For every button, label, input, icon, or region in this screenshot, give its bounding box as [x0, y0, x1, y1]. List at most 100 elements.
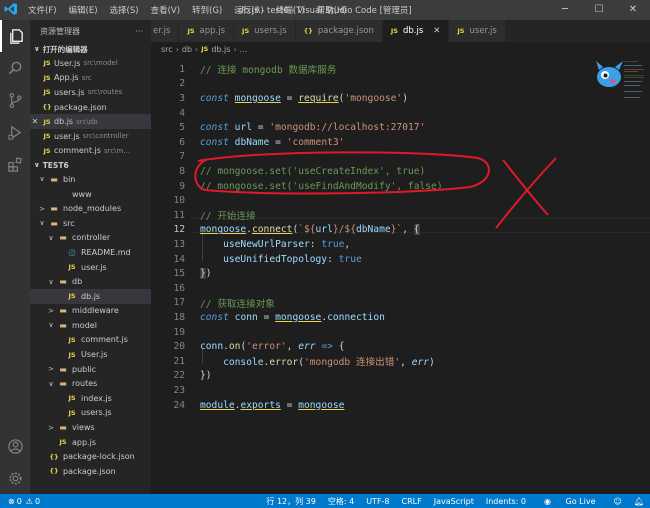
tree-folder-item[interactable]: ∨ ▬ db	[30, 274, 151, 289]
code-line[interactable]: 5 const url = 'mongodb://localhost:27017'	[151, 120, 425, 135]
code-line[interactable]: 7	[151, 150, 185, 165]
tree-file-item[interactable]: JS users.js	[30, 406, 151, 421]
more-actions-button[interactable]: ···	[135, 27, 143, 36]
run-debug-icon[interactable]	[0, 116, 30, 148]
menu-item[interactable]: 文件(F)	[22, 4, 63, 16]
tree-folder-item[interactable]: ∨ ▬ src	[30, 216, 151, 231]
tree-folder-item[interactable]: > ▬ views	[30, 420, 151, 435]
tree-file-item[interactable]: JS comment.js	[30, 333, 151, 348]
source-control-icon[interactable]	[0, 84, 30, 116]
code-line[interactable]: 6 const dbName = 'comment3'	[151, 135, 344, 150]
explorer-icon[interactable]	[0, 20, 30, 52]
breadcrumb-file[interactable]: db.js	[211, 45, 230, 54]
menu-item[interactable]: 帮助(H)	[311, 4, 353, 16]
code-line[interactable]: 23	[151, 383, 185, 398]
maximize-button[interactable]: ☐	[582, 0, 616, 20]
open-editor-item[interactable]: JS user.js src\controller	[30, 129, 151, 144]
code-line[interactable]: 19	[151, 325, 185, 340]
menu-item[interactable]: 选择(S)	[104, 4, 145, 16]
tree-folder-item[interactable]: ∨ ▬ routes	[30, 376, 151, 391]
code-line[interactable]: 2	[151, 77, 185, 92]
breadcrumb-db[interactable]: db	[182, 45, 192, 54]
tree-file-item[interactable]: {} package.json	[30, 464, 151, 479]
indents-count[interactable]: Indents: 0	[480, 497, 532, 506]
open-editor-item[interactable]: JS App.js src	[30, 71, 151, 86]
code-line[interactable]: 10	[151, 193, 185, 208]
code-line[interactable]: 20 conn.on('error', err => {	[151, 339, 344, 354]
breadcrumb-ellipsis[interactable]: ...	[240, 45, 248, 54]
search-icon[interactable]	[0, 52, 30, 84]
code-line[interactable]: 3 const mongoose = require('mongoose')	[151, 91, 408, 106]
close-window-button[interactable]: ✕	[616, 0, 650, 20]
menu-item[interactable]: 运行(R)	[228, 4, 270, 16]
code-line[interactable]: 12 mongoose.connect(`${url}/${dbName}`, {	[151, 223, 420, 238]
open-editor-item[interactable]: JS User.js src\model	[30, 56, 151, 71]
code-editor[interactable]: 1// 连接 mongodb 数据库服务 2 3 const mongoose = r…	[151, 57, 650, 494]
code-line[interactable]: 9 // mongoose.set('useFindAndModify', fal…	[151, 179, 442, 194]
tree-file-item[interactable]: JS User.js	[30, 347, 151, 362]
warning-icon[interactable]: ⚠	[26, 497, 33, 506]
warning-count[interactable]: 0	[35, 497, 40, 506]
tree-file-item[interactable]: ⓘ README.md	[30, 245, 151, 260]
code-line[interactable]: 16	[151, 281, 185, 296]
code-line[interactable]: 4	[151, 106, 185, 121]
encoding[interactable]: UTF-8	[360, 497, 395, 506]
open-editor-item[interactable]: ✕ JS db.js src\db	[30, 114, 151, 129]
tree-file-item[interactable]: JS user.js	[30, 260, 151, 275]
editor-tab[interactable]: {} package.json	[295, 20, 383, 42]
tree-folder-item[interactable]: ∨ ▬ bin	[30, 172, 151, 187]
minimize-button[interactable]: ─	[548, 0, 582, 20]
minimap[interactable]	[624, 61, 646, 101]
tree-file-item[interactable]: JS db.js	[30, 288, 151, 304]
cursor-position[interactable]: 行 12，列 39	[260, 496, 321, 507]
breadcrumb-src[interactable]: src	[161, 45, 173, 54]
notifications-bell-icon[interactable]: 🔔︎	[628, 497, 650, 506]
code-line[interactable]: 11 // 开始连接	[151, 208, 255, 223]
error-count[interactable]: 0	[17, 497, 22, 506]
menu-item[interactable]: 查看(V)	[145, 4, 186, 16]
end-of-line[interactable]: CRLF	[396, 497, 428, 506]
tree-folder-item[interactable]: > ▬ node_modules	[30, 201, 151, 216]
code-line[interactable]: 17 // 获取连接对象	[151, 296, 274, 311]
account-icon[interactable]	[0, 430, 30, 462]
menu-item[interactable]: 转到(G)	[186, 4, 228, 16]
open-editor-item[interactable]: JS comment.js src\m...	[30, 144, 151, 159]
menu-item[interactable]: 编辑(E)	[63, 4, 104, 16]
editor-tab[interactable]: JS user.js	[449, 20, 506, 42]
editor-tab[interactable]: er.js	[151, 20, 180, 42]
open-editor-item[interactable]: {} package.json	[30, 100, 151, 115]
language-mode[interactable]: JavaScript	[428, 497, 480, 506]
tree-folder-item[interactable]: > ▬ middleware	[30, 304, 151, 319]
tree-file-item[interactable]: ·www	[30, 187, 151, 202]
indentation[interactable]: 空格: 4	[322, 496, 360, 507]
editor-tab[interactable]: JS db.js ✕	[382, 20, 450, 42]
code-line[interactable]: 22})	[151, 369, 211, 384]
tree-folder-item[interactable]: ∨ ▬ model	[30, 318, 151, 333]
open-editor-item[interactable]: JS users.js src\routes	[30, 85, 151, 100]
error-icon[interactable]: ⊗	[8, 497, 15, 506]
editor-tab[interactable]: JS app.js	[179, 20, 235, 42]
tree-file-item[interactable]: JS index.js	[30, 391, 151, 406]
tree-folder-item[interactable]: ∨ ▬ controller	[30, 231, 151, 246]
code-line[interactable]: 14 useUnifiedTopology: true	[151, 252, 361, 267]
extensions-icon[interactable]	[0, 148, 30, 180]
feedback-icon[interactable]: ☺	[608, 497, 628, 506]
go-live-button[interactable]: ◉ Go Live	[532, 497, 608, 506]
close-tab-icon[interactable]: ✕	[433, 26, 440, 36]
tree-folder-item[interactable]: > ▬ public	[30, 362, 151, 377]
tree-file-item[interactable]: {} package-lock.json	[30, 449, 151, 464]
menu-item[interactable]: 终端(T)	[270, 4, 311, 16]
editor-tab[interactable]: JS users.js	[234, 20, 296, 42]
code-line[interactable]: 8 // mongoose.set('useCreateIndex', true)	[151, 164, 425, 179]
manage-gear-icon[interactable]	[0, 462, 30, 494]
open-editors-section[interactable]: ∨ 打开的编辑器	[30, 42, 151, 56]
close-icon[interactable]: ✕	[30, 117, 40, 126]
code-line[interactable]: 15})	[151, 266, 212, 281]
workspace-section[interactable]: ∨ TEST6	[30, 158, 151, 172]
code-line[interactable]: 21 console.error('mongodb 连接出错', err)	[151, 354, 434, 369]
code-line[interactable]: 18 const conn = mongoose.connection	[151, 310, 384, 325]
code-line[interactable]: 24 module.exports = mongoose	[151, 398, 344, 413]
tree-file-item[interactable]: JS app.js	[30, 435, 151, 450]
code-line[interactable]: 13 useNewUrlParser: true,	[151, 237, 350, 252]
code-line[interactable]: 1 // 连接 mongodb 数据库服务	[151, 62, 336, 77]
